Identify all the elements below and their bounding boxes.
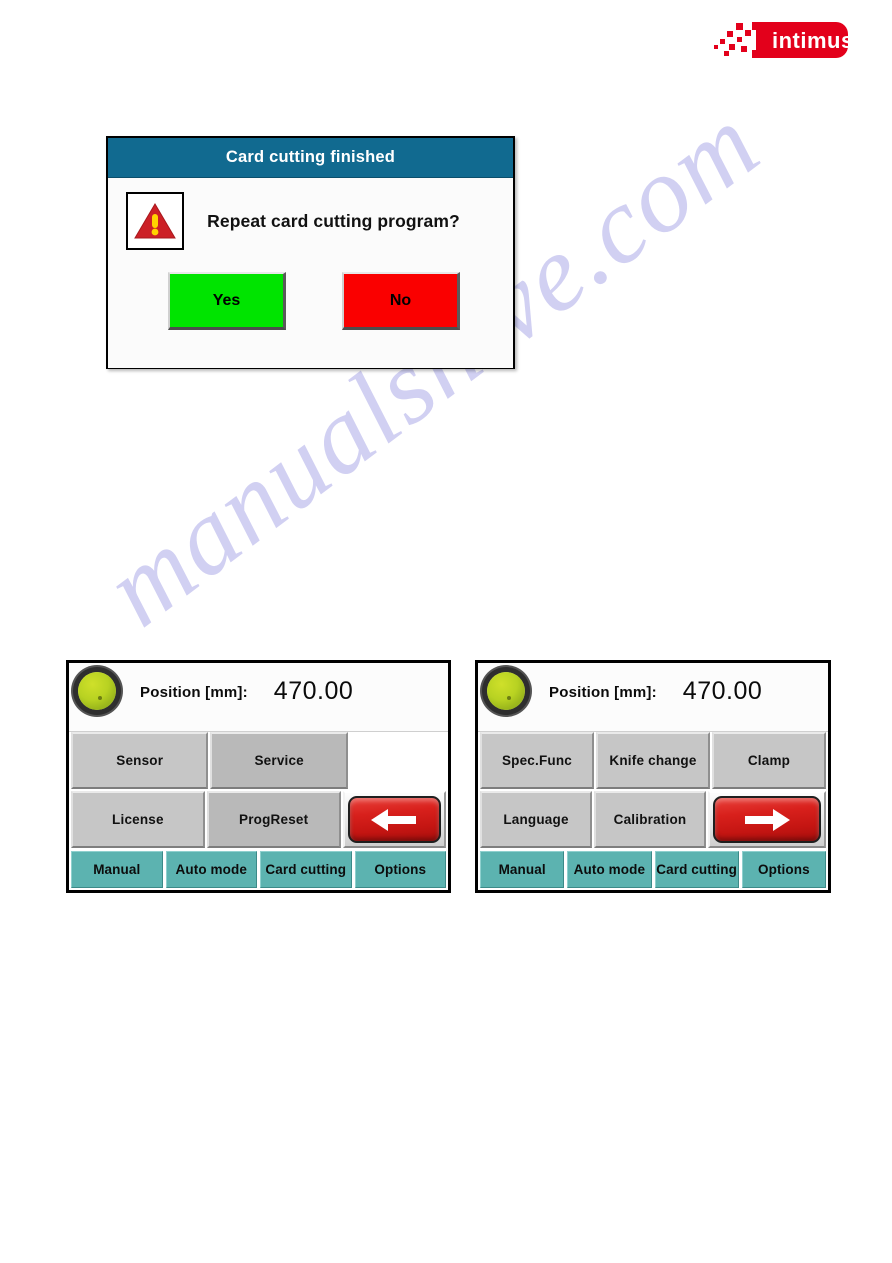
tab-options[interactable]: Options [741, 851, 826, 888]
warning-triangle-icon [126, 192, 184, 250]
calibration-button-label: Calibration [613, 812, 687, 827]
intimus-logo: intimus [712, 20, 853, 60]
license-button-label: License [112, 812, 164, 827]
tab-options-label: Options [758, 862, 810, 877]
license-button[interactable]: License [71, 791, 205, 848]
tab-auto-mode[interactable]: Auto mode [165, 851, 257, 888]
tab-manual[interactable]: Manual [71, 851, 163, 888]
clamp-button-label: Clamp [747, 753, 791, 768]
clamp-button[interactable]: Clamp [712, 732, 826, 789]
service-button[interactable]: Service [210, 732, 348, 789]
progreset-button[interactable]: ProgReset [206, 791, 341, 848]
no-button[interactable]: No [342, 272, 460, 330]
position-label: Position [mm]: [140, 683, 248, 701]
tab-options[interactable]: Options [354, 851, 446, 888]
spec-func-button[interactable]: Spec.Func [480, 732, 594, 789]
tab-options-label: Options [374, 862, 427, 877]
tab-auto-mode-label: Auto mode [175, 862, 247, 877]
hmi-header: Position [mm]: 470.00 [478, 663, 828, 732]
arrow-left-icon [347, 796, 441, 843]
tab-card-cutting-label: Card cutting [265, 862, 347, 877]
next-page-button[interactable] [708, 791, 826, 848]
card-cutting-finished-dialog: Card cutting finished Repeat card cuttin… [106, 136, 515, 369]
hmi-function-grid: Spec.Func Knife change Clamp Language Ca… [478, 732, 828, 850]
tab-manual-label: Manual [93, 862, 141, 877]
position-label: Position [mm]: [549, 683, 657, 701]
sensor-button[interactable]: Sensor [71, 732, 209, 789]
tab-card-cutting-label: Card cutting [656, 862, 737, 877]
hmi-panel-options-page-1: Position [mm]: 470.00 Sensor Service Lic… [66, 660, 451, 893]
yes-button-label: Yes [212, 291, 241, 309]
dialog-body: Repeat card cutting program? Yes No [108, 178, 513, 368]
knife-change-button[interactable]: Knife change [596, 732, 710, 789]
knife-change-button-label: Knife change [609, 753, 697, 768]
empty-slot [349, 732, 446, 789]
dialog-title-bar: Card cutting finished [108, 138, 513, 178]
hmi-function-row: License ProgReset [71, 791, 446, 850]
sensor-button-label: Sensor [116, 753, 164, 768]
arrow-right-icon [713, 796, 821, 843]
tab-card-cutting[interactable]: Card cutting [260, 851, 352, 888]
hmi-tab-bar: Manual Auto mode Card cutting Options [478, 850, 828, 890]
status-led-icon [78, 672, 116, 710]
tab-manual-label: Manual [498, 862, 546, 877]
hmi-panel-options-page-2: Position [mm]: 470.00 Spec.Func Knife ch… [475, 660, 831, 893]
language-button-label: Language [503, 812, 569, 827]
tab-card-cutting[interactable]: Card cutting [654, 851, 739, 888]
tab-manual[interactable]: Manual [480, 851, 565, 888]
hmi-function-row: Sensor Service [71, 732, 446, 791]
status-led-icon [487, 672, 525, 710]
service-button-label: Service [254, 753, 304, 768]
dialog-message-row: Repeat card cutting program? [108, 178, 513, 250]
position-value: 470.00 [273, 676, 354, 705]
position-value: 470.00 [682, 676, 763, 705]
dialog-title: Card cutting finished [225, 148, 396, 166]
svg-text:intimus: intimus [772, 28, 848, 53]
dialog-message: Repeat card cutting program? [207, 210, 460, 231]
hmi-header: Position [mm]: 470.00 [69, 663, 448, 732]
spec-func-button-label: Spec.Func [501, 753, 573, 768]
hmi-function-row: Language Calibration [480, 791, 826, 850]
calibration-button[interactable]: Calibration [594, 791, 706, 848]
tab-auto-mode[interactable]: Auto mode [567, 851, 652, 888]
previous-page-button[interactable] [342, 791, 446, 848]
no-button-label: No [389, 291, 412, 309]
hmi-function-row: Spec.Func Knife change Clamp [480, 732, 826, 791]
yes-button[interactable]: Yes [168, 272, 286, 330]
hmi-tab-bar: Manual Auto mode Card cutting Options [69, 850, 448, 890]
hmi-function-grid: Sensor Service License ProgReset [69, 732, 448, 850]
progreset-button-label: ProgReset [239, 812, 309, 827]
tab-auto-mode-label: Auto mode [573, 862, 646, 877]
language-button[interactable]: Language [480, 791, 592, 848]
dialog-button-row: Yes No [108, 250, 513, 330]
